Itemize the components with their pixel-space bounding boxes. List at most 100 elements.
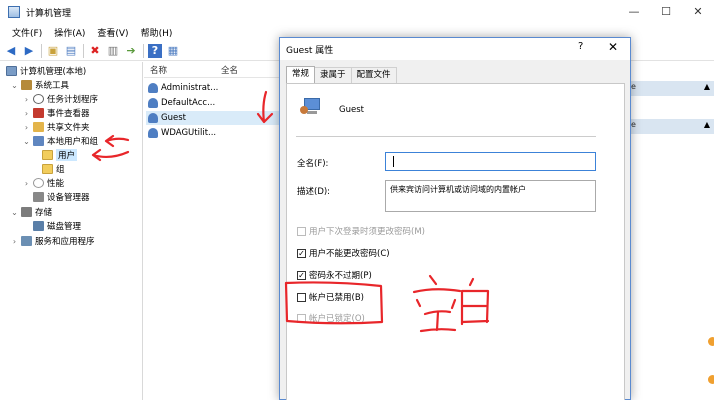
chevron-right-icon[interactable]: › xyxy=(22,95,31,104)
checkbox-box xyxy=(297,226,306,236)
menu-help[interactable]: 帮助(H) xyxy=(141,26,173,39)
tree-item-users[interactable]: 用户 xyxy=(40,148,78,162)
forward-icon[interactable]: ▶ xyxy=(22,44,36,58)
chevron-up-icon: ▲ xyxy=(703,120,710,129)
tree-item-groups[interactable]: 组 xyxy=(40,162,65,176)
properties-icon[interactable]: ▥ xyxy=(106,44,120,58)
guest-properties-dialog: Guest 属性 ? ✕ 常规 隶属于 配置文件 Guest 全名(F): 描述… xyxy=(279,37,631,400)
fullname-input[interactable] xyxy=(385,152,596,171)
user-icon xyxy=(148,98,158,108)
tree-item-storage[interactable]: ⌄ 存储 xyxy=(10,205,52,219)
computer-management-icon xyxy=(8,6,20,18)
fullname-label: 全名(F): xyxy=(297,159,329,169)
user-icon xyxy=(148,128,158,138)
list-row[interactable]: Guest xyxy=(146,111,279,125)
divider xyxy=(296,136,596,137)
toolbar-separator xyxy=(83,43,84,58)
chevron-down-icon[interactable]: ⌄ xyxy=(22,137,31,146)
user-list: 名称 全名 Administrat... DefaultAcc... Guest… xyxy=(144,62,280,400)
toolbar-separator xyxy=(41,43,42,58)
folder-icon xyxy=(42,164,53,174)
tools-icon xyxy=(21,80,32,90)
tree-item-device-manager[interactable]: 设备管理器 xyxy=(31,190,90,204)
share-icon xyxy=(33,122,44,132)
tree-item-disk-management[interactable]: 磁盘管理 xyxy=(31,219,81,233)
device-icon xyxy=(33,192,44,202)
checkmark-icon: ✓ xyxy=(297,270,306,280)
tree-item-event-viewer[interactable]: › 事件查看器 xyxy=(22,106,90,120)
column-header-fullname[interactable]: 全名 xyxy=(221,64,238,76)
description-input[interactable]: 供来宾访问计算机或访问域的内置帐户 xyxy=(385,180,596,212)
menu-action[interactable]: 操作(A) xyxy=(54,26,85,39)
export-icon[interactable]: ➔ xyxy=(124,44,138,58)
delete-icon[interactable]: ✖ xyxy=(88,44,102,58)
menu-file[interactable]: 文件(F) xyxy=(12,26,42,39)
actions-section-header[interactable]: e ▲ xyxy=(630,81,714,96)
actions-section-header[interactable]: e ▲ xyxy=(630,119,714,134)
dialog-title: Guest 属性 xyxy=(286,46,334,56)
maximize-button[interactable]: ☐ xyxy=(650,0,682,24)
toolbar-separator xyxy=(143,43,144,58)
performance-icon xyxy=(33,178,44,188)
event-icon xyxy=(33,108,44,118)
checkbox-box xyxy=(297,313,306,323)
help-icon[interactable]: ? xyxy=(148,43,162,58)
tab-member-of[interactable]: 隶属于 xyxy=(314,67,352,83)
tree-item-computer-management[interactable]: 计算机管理(本地) xyxy=(4,64,86,78)
minimize-button[interactable]: — xyxy=(618,0,650,24)
chevron-right-icon[interactable]: › xyxy=(22,123,31,132)
general-tab-panel: Guest 全名(F): 描述(D): 供来宾访问计算机或访问域的内置帐户 用户… xyxy=(286,83,625,400)
tree-item-task-scheduler[interactable]: › 任务计划程序 xyxy=(22,92,98,106)
cannot-change-password-checkbox[interactable]: ✓ 用户不能更改密码(C) xyxy=(297,247,390,259)
checkmark-icon: ✓ xyxy=(297,248,306,258)
list-row[interactable]: Administrat... xyxy=(146,81,279,95)
chevron-right-icon[interactable]: › xyxy=(22,179,31,188)
services-icon xyxy=(21,236,32,246)
close-button[interactable]: ✕ xyxy=(682,0,714,24)
list-header: 名称 全名 xyxy=(144,62,280,78)
disk-icon xyxy=(33,221,44,231)
dialog-titlebar: Guest 属性 ? ✕ xyxy=(280,38,630,60)
chevron-down-icon[interactable]: ⌄ xyxy=(10,81,19,90)
user-icon xyxy=(148,113,158,123)
password-never-expires-checkbox[interactable]: ✓ 密码永不过期(P) xyxy=(297,269,372,281)
tree-item-system-tools[interactable]: ⌄ 系统工具 xyxy=(10,78,69,92)
dialog-help-button[interactable]: ? xyxy=(578,41,583,52)
console-icon[interactable]: ▦ xyxy=(166,44,180,58)
users-icon xyxy=(33,136,44,146)
tree-item-services-applications[interactable]: › 服务和应用程序 xyxy=(10,234,95,248)
computer-icon xyxy=(6,66,17,76)
must-change-password-checkbox: 用户下次登录时须更改密码(M) xyxy=(297,225,425,237)
window-controls: — ☐ ✕ xyxy=(618,0,714,24)
tree-item-performance[interactable]: › 性能 xyxy=(22,176,64,190)
tab-general[interactable]: 常规 xyxy=(286,66,316,84)
chevron-right-icon[interactable]: › xyxy=(22,109,31,118)
user-icon xyxy=(148,83,158,93)
clock-icon xyxy=(33,94,44,104)
tree-item-local-users-groups[interactable]: ⌄ 本地用户和组 xyxy=(22,134,98,148)
username-label: Guest xyxy=(339,105,364,115)
list-row[interactable]: WDAGUtilit... xyxy=(146,126,279,140)
chevron-right-icon[interactable]: › xyxy=(10,237,19,246)
actions-pane: e ▲ e ▲ xyxy=(630,62,714,400)
account-disabled-checkbox[interactable]: 帐户已禁用(B) xyxy=(297,291,364,303)
tab-profile[interactable]: 配置文件 xyxy=(350,67,397,83)
user-account-icon xyxy=(300,98,322,118)
up-folder-icon[interactable]: ▣ xyxy=(46,44,60,58)
navigation-tree: 计算机管理(本地) ⌄ 系统工具 › 任务计划程序 › 事件查看器 › 共享文件… xyxy=(0,62,143,400)
notification-dot xyxy=(708,375,714,384)
back-icon[interactable]: ◀ xyxy=(4,44,18,58)
dialog-tabs: 常规 隶属于 配置文件 xyxy=(286,66,397,84)
menu-view[interactable]: 查看(V) xyxy=(97,26,128,39)
dialog-close-button[interactable]: ✕ xyxy=(608,40,618,54)
window-titlebar: 计算机管理 — ☐ ✕ xyxy=(0,0,714,24)
storage-icon xyxy=(21,207,32,217)
column-header-name[interactable]: 名称 xyxy=(150,64,167,76)
show-tree-icon[interactable]: ▤ xyxy=(64,44,78,58)
window-title: 计算机管理 xyxy=(26,8,72,19)
text-caret xyxy=(393,156,394,167)
tree-item-shared-folders[interactable]: › 共享文件夹 xyxy=(22,120,90,134)
list-row[interactable]: DefaultAcc... xyxy=(146,96,279,110)
checkbox-box xyxy=(297,292,306,302)
chevron-down-icon[interactable]: ⌄ xyxy=(10,208,19,217)
